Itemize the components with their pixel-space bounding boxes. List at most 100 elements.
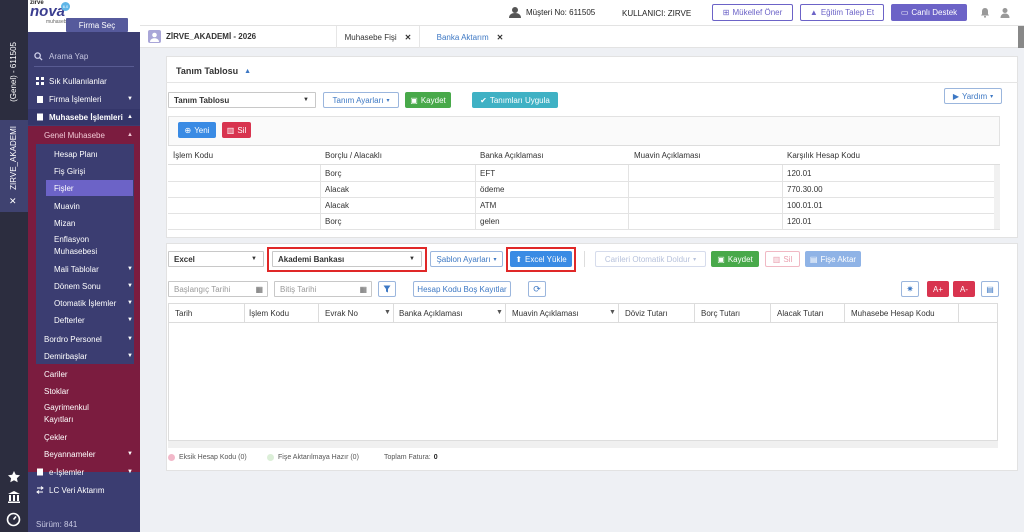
filter-icon[interactable]: ▼ (496, 309, 503, 316)
export-button[interactable]: ▤ (981, 281, 999, 297)
table-cell[interactable]: 120.01 (787, 213, 811, 229)
close-icon[interactable]: ✕ (9, 196, 17, 207)
sidebar-item-gayrimenkul-2[interactable]: Kayıtları (28, 413, 140, 425)
calendar-icon[interactable]: ▦ (255, 285, 263, 294)
sidebar-item-cekler[interactable]: Çekler (28, 429, 140, 445)
star-icon[interactable] (7, 470, 21, 484)
egitim-talep-button[interactable]: ▲ Eğitim Talep Et (800, 4, 884, 21)
sidebar-item-bordro[interactable]: Bordro Personel ▼ (28, 331, 140, 347)
column-header[interactable]: Evrak No (325, 303, 358, 323)
sidebar-item-defterler[interactable]: Defterler ▼ (28, 312, 140, 328)
firma-sec-button[interactable]: Firma Seç (66, 18, 128, 32)
sidebar-item-enflasyon[interactable]: Enflasyon (28, 233, 140, 245)
hesap-kodu-bos-button[interactable]: Hesap Kodu Boş Kayıtlar (413, 281, 511, 297)
sidebar-item-gayrimenkul[interactable]: Gayrimenkul (28, 401, 140, 413)
sidebar-search[interactable]: Arama Yap (34, 48, 88, 64)
search-input[interactable]: Arama Yap (49, 52, 88, 61)
close-icon[interactable]: ✕ (497, 33, 504, 42)
sidebar-item-e-islemler[interactable]: e-İşlemler ▼ (28, 464, 140, 480)
kaydet-button[interactable]: ▣ Kaydet (405, 92, 451, 108)
sil-button[interactable]: ▥ Sil (222, 122, 251, 138)
sidebar-item-favorites[interactable]: Sık Kullanılanlar (28, 73, 140, 89)
tanim-ayarlari-button[interactable]: Tanım Ayarları ▾ (323, 92, 399, 108)
column-header[interactable]: İşlem Kodu (249, 303, 289, 323)
table-scrollbar[interactable] (994, 165, 1000, 229)
fise-aktar-button[interactable]: ▤ Fişe Aktar (805, 251, 861, 267)
column-header[interactable]: Döviz Tutarı (625, 303, 668, 323)
table-cell[interactable]: Alacak (325, 181, 349, 197)
sablon-ayarlari-button[interactable]: Şablon Ayarları ▾ (430, 251, 503, 267)
table-cell[interactable]: 770.30.00 (787, 181, 823, 197)
canli-destek-button[interactable]: ▭ Canlı Destek (891, 4, 967, 21)
column-header[interactable]: Borç Tutarı (701, 303, 740, 323)
column-header[interactable]: Karşılık Hesap Kodu (787, 145, 860, 165)
column-header[interactable]: Muavin Açıklaması (512, 303, 579, 323)
table-cell[interactable]: ATM (480, 197, 496, 213)
column-header[interactable]: Banka Açıklaması (399, 303, 463, 323)
format-select[interactable]: Excel ▼ (168, 251, 264, 267)
tab-banka-aktarim[interactable]: Banka Aktarım ✕ (430, 26, 510, 48)
horizontal-scrollbar[interactable] (168, 440, 998, 448)
column-header[interactable]: Tarih (175, 303, 192, 323)
table-cell[interactable]: gelen (480, 213, 500, 229)
sidebar-item-enflasyon-2[interactable]: Muhasebesi (28, 245, 140, 257)
column-header[interactable]: Muavin Açıklaması (634, 145, 701, 165)
sidebar-item-fis-girisi[interactable]: Fiş Girişi (28, 163, 140, 179)
tab-muhasebe-fisi[interactable]: Muhasebe Fişi ✕ (336, 26, 420, 48)
bitis-tarihi-input[interactable]: Bitiş Tarihi ▦ (274, 281, 372, 297)
sidebar-item-mali-tablolar[interactable]: Mali Tablolar ▼ (28, 261, 140, 277)
sidebar-item-otomatik[interactable]: Otomatik İşlemler ▼ (28, 295, 140, 311)
sidebar-item-donem-sonu[interactable]: Dönem Sonu ▼ (28, 278, 140, 294)
font-increase-button[interactable]: A+ (927, 281, 949, 297)
baslangic-tarihi-input[interactable]: Başlangıç Tarihi ▦ (168, 281, 268, 297)
table-cell[interactable]: Borç (325, 165, 341, 181)
sidebar-item-stoklar[interactable]: Stoklar (28, 383, 140, 399)
kaydet-button[interactable]: ▣ Kaydet (711, 251, 759, 267)
calendar-icon[interactable]: ▦ (359, 285, 367, 294)
sidebar-item-firma[interactable]: Firma İşlemleri ▼ (28, 91, 140, 107)
sidebar-item-fisler[interactable]: Fişler (28, 180, 140, 196)
bell-icon[interactable] (980, 7, 990, 18)
column-header[interactable]: Borçlu / Alacaklı (325, 145, 382, 165)
sidebar-item-muhasebe[interactable]: Muhasebe İşlemleri ▲ (28, 109, 140, 125)
tanim-header[interactable]: Tanım Tablosu ▲ (176, 66, 251, 76)
settings-button[interactable]: ✷ (901, 281, 919, 297)
table-cell[interactable]: Alacak (325, 197, 349, 213)
sidebar-item-lc-veri[interactable]: LC Veri Aktarım (28, 482, 140, 498)
yeni-button[interactable]: ⊕ Yeni (178, 122, 216, 138)
filter-icon[interactable]: ▼ (609, 309, 616, 316)
column-header[interactable]: İşlem Kodu (173, 145, 213, 165)
refresh-button[interactable]: ⟳ (528, 281, 546, 297)
table-cell[interactable]: ödeme (480, 181, 504, 197)
caret-up-icon[interactable]: ▲ (244, 68, 251, 75)
sidebar-item-hesap-plani[interactable]: Hesap Planı (28, 146, 140, 162)
bank-icon[interactable] (7, 490, 21, 504)
table-cell[interactable]: 120.01 (787, 165, 811, 181)
tanim-select[interactable]: Tanım Tablosu ▼ (168, 92, 316, 108)
table-cell[interactable]: Borç (325, 213, 341, 229)
table-cell[interactable]: 100.01.01 (787, 197, 823, 213)
user-icon[interactable] (1000, 7, 1010, 18)
mukellef-oner-button[interactable]: ⊞ Mükellef Öner (712, 4, 793, 21)
sidebar-item-beyannameler[interactable]: Beyannameler ▼ (28, 446, 140, 462)
sidebar-item-mizan[interactable]: Mizan (28, 215, 140, 231)
column-header[interactable]: Alacak Tutarı (777, 303, 824, 323)
table-cell[interactable]: EFT (480, 165, 495, 181)
font-decrease-button[interactable]: A- (953, 281, 975, 297)
yardim-button[interactable]: ▶ Yardım ▾ (944, 88, 1002, 104)
tanimlari-uygula-button[interactable]: ✔ Tanımları Uygula (472, 92, 558, 108)
carileri-doldur-button[interactable]: Carileri Otomatik Doldur ▾ (595, 251, 706, 267)
scrollbar-thumb[interactable] (1018, 26, 1024, 48)
sidebar-item-cariler[interactable]: Cariler (28, 366, 140, 382)
gauge-icon[interactable] (6, 512, 21, 527)
company-tab[interactable]: ZIRVE_AKADEMI ✕ (0, 120, 28, 212)
column-header[interactable]: Muhasebe Hesap Kodu (851, 303, 935, 323)
close-icon[interactable]: ✕ (405, 33, 412, 42)
filter-icon[interactable]: ▼ (384, 309, 391, 316)
filter-button[interactable] (378, 281, 396, 297)
sidebar-item-demirbaslar[interactable]: Demirbaşlar ▼ (28, 348, 140, 364)
sidebar-item-genel-muhasebe[interactable]: Genel Muhasebe ▲ (28, 127, 140, 143)
sil-button[interactable]: ▥ Sil (765, 251, 800, 267)
column-header[interactable]: Banka Açıklaması (480, 145, 544, 165)
sidebar-item-muavin[interactable]: Muavin (28, 198, 140, 214)
